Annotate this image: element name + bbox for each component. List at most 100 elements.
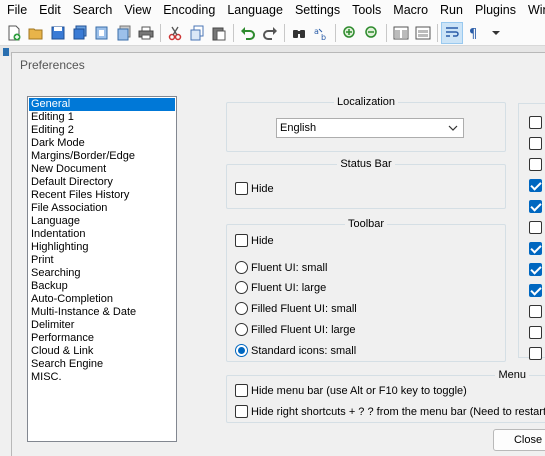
close-button[interactable]: Close — [493, 429, 545, 451]
category-delimiter[interactable]: Delimiter — [29, 319, 175, 332]
open-folder-icon[interactable] — [25, 22, 47, 44]
right-option-checkbox-checked[interactable] — [529, 242, 542, 255]
zoom-in-icon[interactable] — [339, 22, 361, 44]
paste-icon[interactable] — [208, 22, 230, 44]
show-all-chars-icon[interactable]: ¶ — [463, 22, 485, 44]
radio-button[interactable] — [235, 281, 248, 294]
copy-icon[interactable] — [186, 22, 208, 44]
category-highlighting[interactable]: Highlighting — [29, 241, 175, 254]
menu-file[interactable]: File — [0, 0, 33, 20]
status-bar-hide-checkbox[interactable]: Hide — [235, 182, 274, 195]
language-select[interactable]: English — [276, 118, 464, 138]
replace-icon[interactable]: ab — [310, 22, 332, 44]
menu-tools[interactable]: Tools — [346, 0, 387, 20]
right-option-checkbox-checked[interactable] — [529, 263, 542, 276]
save-all-icon[interactable] — [69, 22, 91, 44]
right-option-checkbox[interactable] — [529, 326, 542, 339]
category-searching[interactable]: Searching — [29, 267, 175, 280]
menu-edit[interactable]: Edit — [33, 0, 67, 20]
checkbox-box[interactable] — [235, 384, 248, 397]
radio-filled-fluent-large[interactable]: Filled Fluent UI: large — [235, 323, 356, 336]
category-auto-completion[interactable]: Auto-Completion — [29, 293, 175, 306]
category-performance[interactable]: Performance — [29, 332, 175, 345]
category-margins[interactable]: Margins/Border/Edge — [29, 150, 175, 163]
category-language[interactable]: Language — [29, 215, 175, 228]
right-option-checkbox-checked[interactable] — [529, 200, 542, 213]
category-file-association[interactable]: File Association — [29, 202, 175, 215]
category-recent-files[interactable]: Recent Files History — [29, 189, 175, 202]
category-backup[interactable]: Backup — [29, 280, 175, 293]
category-indentation[interactable]: Indentation — [29, 228, 175, 241]
right-option-checkbox[interactable] — [529, 305, 542, 318]
menu-title: Menu — [495, 369, 529, 381]
menu-search[interactable]: Search — [67, 0, 119, 20]
status-bar-hide-label: Hide — [251, 182, 274, 195]
menu-settings[interactable]: Settings — [289, 0, 346, 20]
checkbox-box[interactable] — [235, 234, 248, 247]
menu-language[interactable]: Language — [221, 0, 289, 20]
close-all-icon[interactable] — [113, 22, 135, 44]
toolbar-separator — [160, 23, 161, 42]
category-general[interactable]: General — [29, 98, 175, 111]
redo-icon[interactable] — [259, 22, 281, 44]
radio-filled-fluent-small[interactable]: Filled Fluent UI: small — [235, 302, 357, 315]
category-multi-instance[interactable]: Multi-Instance & Date — [29, 306, 175, 319]
menu-run[interactable]: Run — [434, 0, 469, 20]
right-option-checkbox[interactable] — [529, 347, 542, 360]
svg-text:a: a — [314, 27, 319, 36]
toolbar-hide-checkbox[interactable]: Hide — [235, 234, 274, 247]
sync-vertical-icon[interactable] — [390, 22, 412, 44]
checkbox-box[interactable] — [235, 182, 248, 195]
menu-encoding[interactable]: Encoding — [157, 0, 221, 20]
zoom-out-icon[interactable] — [361, 22, 383, 44]
menu-plugins[interactable]: Plugins — [469, 0, 522, 20]
right-option-checkbox[interactable] — [529, 158, 542, 171]
right-option-checkbox[interactable] — [529, 116, 542, 129]
hide-shortcuts-checkbox[interactable]: Hide right shortcuts + ? ? from the menu… — [235, 405, 545, 418]
hide-menu-bar-checkbox[interactable]: Hide menu bar (use Alt or F10 key to tog… — [235, 384, 467, 397]
radio-fluent-small[interactable]: Fluent UI: small — [235, 261, 327, 274]
find-icon[interactable] — [288, 22, 310, 44]
save-icon[interactable] — [47, 22, 69, 44]
cut-icon[interactable] — [164, 22, 186, 44]
right-option-checkbox-checked[interactable] — [529, 284, 542, 297]
radio-button-selected[interactable] — [235, 344, 248, 357]
right-option-checkbox[interactable] — [529, 137, 542, 150]
radio-label: Fluent UI: small — [251, 261, 328, 274]
category-default-directory[interactable]: Default Directory — [29, 176, 175, 189]
radio-fluent-large[interactable]: Fluent UI: large — [235, 281, 326, 294]
category-search-engine[interactable]: Search Engine — [29, 358, 175, 371]
category-cloud-link[interactable]: Cloud & Link — [29, 345, 175, 358]
print-icon[interactable] — [135, 22, 157, 44]
menu-window[interactable]: Win — [522, 0, 545, 20]
category-new-document[interactable]: New Document — [29, 163, 175, 176]
word-wrap-icon[interactable] — [441, 21, 463, 44]
category-editing-2[interactable]: Editing 2 — [29, 124, 175, 137]
right-option-checkbox[interactable] — [529, 221, 542, 234]
editor-tab-edge — [3, 48, 9, 56]
hide-menu-bar-label: Hide menu bar (use Alt or F10 key to tog… — [251, 384, 467, 397]
category-misc[interactable]: MISC. — [29, 371, 175, 384]
hide-shortcuts-label: Hide right shortcuts + ? ? from the menu… — [251, 405, 545, 418]
menu-view[interactable]: View — [118, 0, 157, 20]
radio-standard-small[interactable]: Standard icons: small — [235, 344, 356, 357]
menu-macro[interactable]: Macro — [387, 0, 434, 20]
dialog-title: Preferences — [20, 58, 85, 72]
right-option-checkbox-checked[interactable] — [529, 179, 542, 192]
category-dark-mode[interactable]: Dark Mode — [29, 137, 175, 150]
radio-button[interactable] — [235, 261, 248, 274]
category-print[interactable]: Print — [29, 254, 175, 267]
checkbox-box[interactable] — [235, 405, 248, 418]
toolbar-hide-label: Hide — [251, 234, 274, 247]
category-editing-1[interactable]: Editing 1 — [29, 111, 175, 124]
radio-label: Filled Fluent UI: large — [251, 323, 356, 336]
sync-horizontal-icon[interactable] — [412, 22, 434, 44]
radio-button[interactable] — [235, 323, 248, 336]
radio-label: Filled Fluent UI: small — [251, 302, 357, 315]
radio-button[interactable] — [235, 302, 248, 315]
category-list[interactable]: General Editing 1 Editing 2 Dark Mode Ma… — [27, 96, 177, 442]
undo-icon[interactable] — [237, 22, 259, 44]
close-icon[interactable] — [91, 22, 113, 44]
new-file-icon[interactable] — [3, 22, 25, 44]
dropdown-icon[interactable] — [485, 22, 507, 44]
